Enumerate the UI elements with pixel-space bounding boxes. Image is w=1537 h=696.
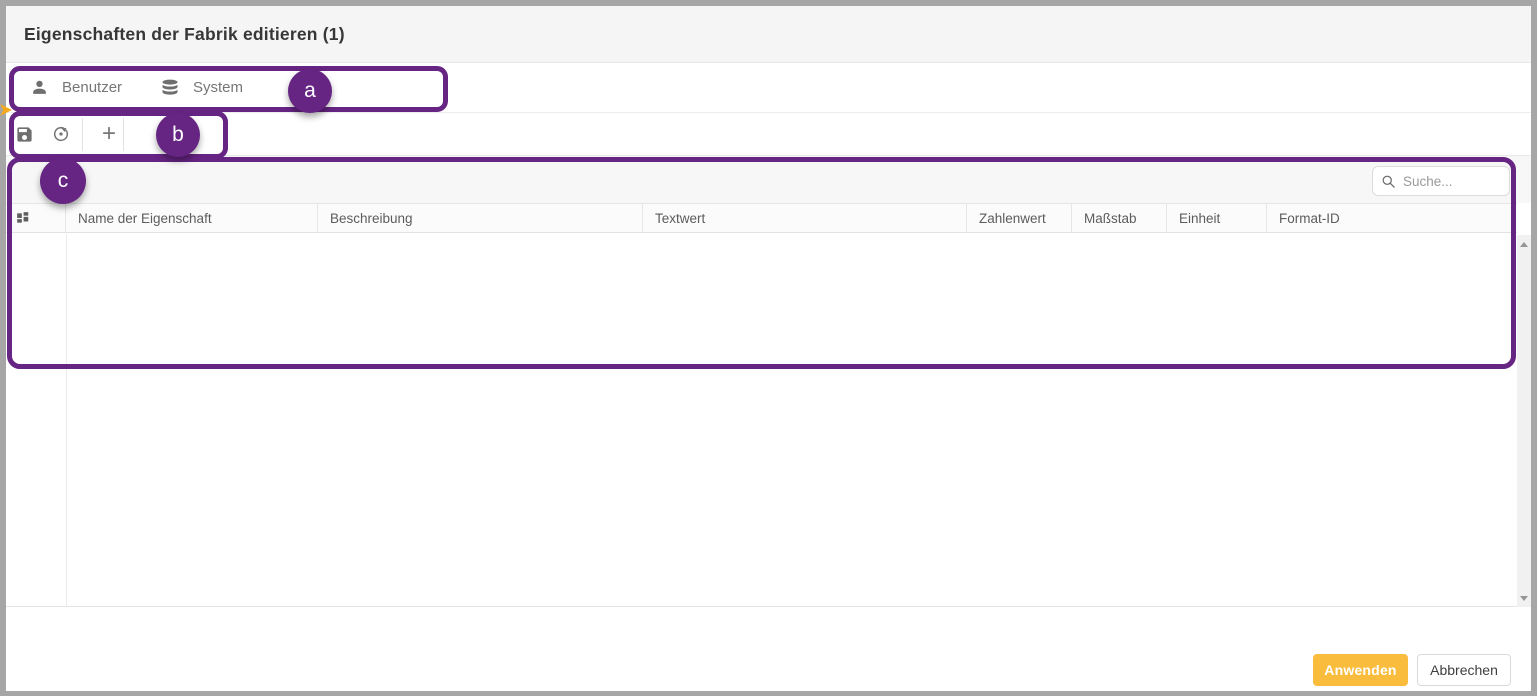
save-icon [15,125,34,144]
column-header-numvalue[interactable]: Zahlenwert [967,204,1072,232]
save-button[interactable] [9,113,39,155]
scroll-down-button[interactable] [1517,591,1531,605]
table-header-row: Name der Eigenschaft Beschreibung Textwe… [6,203,1517,233]
cancel-button[interactable]: Abbrechen [1417,654,1511,686]
column-header-scale[interactable]: Maßstab [1072,204,1167,232]
table-body-empty [6,234,1517,607]
tab-benutzer-label: Benutzer [62,79,122,96]
column-header-textvalue[interactable]: Textwert [643,204,967,232]
search-icon [1381,174,1396,189]
toolbar-separator [82,118,83,151]
plus-icon: + [102,122,116,146]
search-box[interactable] [1372,166,1510,196]
dialog-screenshot: Eigenschaften der Fabrik editieren (1) B… [0,0,1537,696]
toolbar: + [6,113,1531,156]
dialog-footer: Anwenden Abbrechen [6,607,1531,691]
apply-button[interactable]: Anwenden [1313,654,1408,686]
column-chooser-header[interactable] [8,204,66,232]
scroll-down-icon [1520,596,1528,601]
vertical-scrollbar[interactable] [1517,235,1531,607]
restore-button[interactable] [46,113,76,155]
grid-icon [16,211,30,225]
tab-bar: Benutzer System [6,63,1531,113]
dialog-titlebar: Eigenschaften der Fabrik editieren (1) [6,6,1531,63]
dialog-title: Eigenschaften der Fabrik editieren (1) [24,6,345,63]
scroll-up-button[interactable] [1517,237,1531,251]
column-header-unit[interactable]: Einheit [1167,204,1267,232]
column-header-name[interactable]: Name der Eigenschaft [66,204,318,232]
scroll-up-icon [1520,242,1528,247]
person-icon [30,78,49,97]
tab-system[interactable]: System [160,63,243,112]
column-header-description[interactable]: Beschreibung [318,204,643,232]
column-divider [66,234,67,606]
search-input[interactable] [1401,173,1493,190]
grid-toolbar-strip [6,156,1531,203]
add-button[interactable]: + [94,113,124,155]
tab-benutzer[interactable]: Benutzer [30,63,122,112]
history-restore-icon [51,124,71,144]
database-icon [160,78,180,98]
column-header-formatid[interactable]: Format-ID [1267,204,1517,232]
edit-factory-properties-dialog: Eigenschaften der Fabrik editieren (1) B… [6,6,1531,691]
toolbar-separator [123,118,124,151]
tab-system-label: System [193,79,243,96]
